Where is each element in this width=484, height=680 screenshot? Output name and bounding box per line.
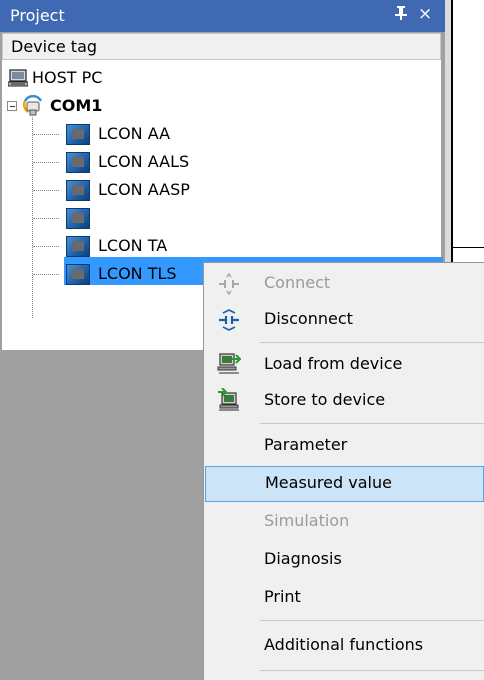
- menu-item-additional-functions[interactable]: Additional functions: [204, 628, 484, 664]
- tree-item-lcon-aals[interactable]: LCON AALS: [2, 148, 441, 176]
- connect-icon: [217, 272, 241, 296]
- menu-item-label: Parameter: [264, 435, 348, 454]
- tree-connector: [33, 190, 59, 191]
- tree-item-label: LCON AA: [98, 124, 171, 143]
- tree-connector: [33, 134, 59, 135]
- menu-item-diagnosis[interactable]: Diagnosis: [204, 542, 484, 578]
- tree-item-lcon-aasp[interactable]: LCON AASP: [2, 176, 441, 204]
- tree-item-host-pc[interactable]: HOST PC: [2, 64, 441, 92]
- device-icon: [66, 264, 90, 285]
- tree-connector: [33, 274, 59, 275]
- tree-item-label: HOST PC: [32, 68, 103, 87]
- panel-title: Project: [10, 6, 65, 25]
- tree-item-label: LCON TLS: [98, 264, 177, 283]
- device-icon: [66, 124, 90, 145]
- menu-item-disconnect[interactable]: Disconnect: [204, 302, 484, 338]
- tree-connector: [33, 218, 59, 219]
- project-panel-titlebar: Project ×: [0, 0, 445, 32]
- pin-icon[interactable]: [394, 5, 408, 25]
- menu-item-label: Measured value: [265, 473, 392, 492]
- menu-separator: [260, 423, 484, 424]
- tree-item-label: LCON AASP: [98, 180, 190, 199]
- device-icon: [66, 180, 90, 201]
- menu-item-label: Print: [264, 587, 301, 606]
- tree-item-label: LCON ALS: [98, 208, 187, 227]
- store-to-device-icon: [217, 387, 241, 412]
- tree-item-com1[interactable]: COM1: [2, 92, 441, 120]
- device-icon: [66, 208, 90, 229]
- tree-item-label: LCON AALS: [98, 152, 190, 171]
- menu-item-measured-value[interactable]: Measured value: [205, 466, 484, 502]
- menu-item-label: Additional functions: [264, 635, 424, 654]
- workspace-edge: [453, 247, 484, 248]
- column-header-label: Device tag: [11, 37, 98, 56]
- close-icon[interactable]: ×: [418, 4, 432, 24]
- menu-item-label: Diagnosis: [264, 549, 342, 568]
- menu-item-label: Store to device: [264, 390, 386, 409]
- tree-item-lcon-aa[interactable]: LCON AA: [2, 120, 441, 148]
- tree-item-label: LCON TA: [98, 236, 168, 255]
- menu-item-parameter[interactable]: Parameter: [204, 428, 484, 464]
- menu-item-label: Connect: [264, 273, 331, 292]
- column-header-device-tag[interactable]: Device tag: [2, 33, 441, 60]
- menu-item-simulation[interactable]: Simulation: [204, 504, 484, 540]
- disconnect-icon: [217, 308, 241, 332]
- device-icon: [66, 152, 90, 173]
- collapse-icon[interactable]: [7, 101, 17, 111]
- menu-item-label: Load from device: [264, 354, 403, 373]
- menu-item-connect[interactable]: Connect: [204, 266, 484, 302]
- tree-item-label: COM1: [50, 96, 103, 115]
- menu-separator: [260, 670, 484, 671]
- tree-connector: [33, 246, 59, 247]
- tree-item-lcon-als[interactable]: LCON ALS: [2, 204, 441, 232]
- menu-item-label: Disconnect: [264, 309, 353, 328]
- load-from-device-icon: [217, 352, 243, 376]
- menu-item-label: Simulation: [264, 511, 350, 530]
- tree-connector: [33, 162, 59, 163]
- context-menu: Connect Disconnect Load from device Stor…: [203, 262, 484, 680]
- menu-separator: [260, 342, 484, 343]
- menu-item-store-to-device[interactable]: Store to device: [204, 383, 484, 419]
- menu-separator: [260, 620, 484, 621]
- menu-item-print[interactable]: Print: [204, 580, 484, 616]
- device-icon: [66, 236, 90, 257]
- menu-item-load-from-device[interactable]: Load from device: [204, 347, 484, 383]
- tree-item-lcon-ta[interactable]: LCON TA: [2, 232, 441, 260]
